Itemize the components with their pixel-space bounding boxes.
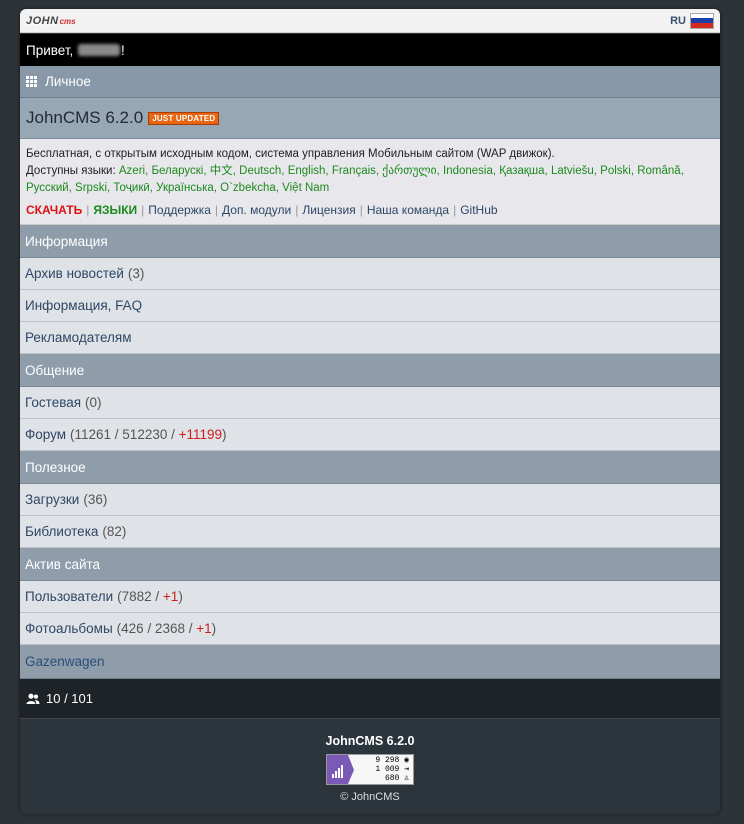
albums-count-text: (426 / 2368 / bbox=[116, 621, 193, 636]
counter-views: 9 298 bbox=[375, 756, 400, 765]
github-link[interactable]: GitHub bbox=[460, 203, 497, 217]
languages-line: Доступны языки: Azeri, Беларускі, 中文, De… bbox=[26, 163, 714, 197]
language-switcher[interactable]: RU bbox=[670, 12, 714, 29]
guestbook-count: (0) bbox=[85, 395, 102, 410]
product-title: JohnCMS 6.2.0 bbox=[26, 108, 144, 127]
description-text: Бесплатная, с открытым исходным кодом, с… bbox=[26, 148, 555, 160]
faq-label: Информация, FAQ bbox=[25, 298, 143, 313]
library-count: (82) bbox=[102, 524, 127, 539]
page-container: JOHN cms RU Привет, ! Личное JohnCMS 6.2… bbox=[20, 9, 720, 814]
site-logo[interactable]: JOHN cms bbox=[26, 15, 76, 27]
online-users[interactable]: 10 / 101 bbox=[20, 679, 720, 719]
greeting-suffix: ! bbox=[121, 42, 125, 58]
section-active-header: Актив сайта bbox=[20, 548, 720, 581]
personal-menu[interactable]: Личное bbox=[20, 66, 720, 98]
product-header: JohnCMS 6.2.0 JUST UPDATED bbox=[20, 98, 720, 139]
ads-label: Рекламодателям bbox=[25, 330, 132, 345]
section-useful-header: Полезное bbox=[20, 451, 720, 484]
users-count: (7882 / +1) bbox=[117, 589, 183, 604]
users-link[interactable]: Пользователи (7882 / +1) bbox=[20, 581, 720, 613]
news-count: (3) bbox=[127, 266, 145, 281]
support-link[interactable]: Поддержка bbox=[148, 203, 211, 217]
advertisers-link[interactable]: Рекламодателям bbox=[20, 322, 720, 354]
news-archive-link[interactable]: Архив новостей (3) bbox=[20, 258, 720, 290]
language-code: RU bbox=[670, 14, 686, 27]
counter-chart-icon bbox=[327, 755, 354, 784]
counter-visitors: 680 bbox=[384, 774, 400, 783]
downloads-link[interactable]: Загрузки (36) bbox=[20, 484, 720, 516]
counter-visits: 1 009 bbox=[375, 765, 400, 774]
albums-link[interactable]: Фотоальбомы (426 / 2368 / +1) bbox=[20, 613, 720, 645]
update-badge: JUST UPDATED bbox=[148, 111, 220, 125]
albums-label: Фотоальбомы bbox=[25, 621, 113, 636]
downloads-count: (36) bbox=[83, 492, 108, 507]
library-link[interactable]: Библиотека (82) bbox=[20, 516, 720, 548]
product-links: СКАЧАТЬ | ЯЗЫКИ | Поддержка | Доп. модули | Лице… bbox=[20, 201, 720, 225]
users-new-count[interactable]: +1 bbox=[163, 589, 178, 604]
footer: JohnCMS 6.2.0 9 298 ◉ 1 009 ⇥ 680 ♙ © Jo… bbox=[20, 719, 720, 803]
section-info-header: Информация bbox=[20, 225, 720, 258]
footer-version: JohnCMS 6.2.0 bbox=[325, 734, 415, 748]
users-count-text: (7882 / bbox=[117, 589, 160, 604]
flag-stripe bbox=[691, 22, 713, 28]
eye-icon: ◉ bbox=[404, 756, 409, 765]
users-count-close: ) bbox=[178, 589, 183, 604]
russia-flag-icon bbox=[690, 12, 714, 29]
grid-icon bbox=[26, 76, 37, 87]
license-link[interactable]: Лицензия bbox=[302, 203, 355, 217]
online-count: 10 / 101 bbox=[46, 691, 93, 706]
copyright: © JohnCMS bbox=[340, 791, 400, 803]
library-label: Библиотека bbox=[25, 524, 99, 539]
forum-count-close: ) bbox=[222, 427, 227, 442]
faq-link[interactable]: Информация, FAQ bbox=[20, 290, 720, 322]
gazenwagen-link[interactable]: Gazenwagen bbox=[20, 645, 720, 679]
users-icon bbox=[26, 693, 40, 704]
albums-count-close: ) bbox=[211, 621, 217, 636]
languages-link[interactable]: ЯЗЫКИ bbox=[93, 203, 137, 217]
username-blurred bbox=[78, 44, 121, 56]
product-description: Бесплатная, с открытым исходным кодом, с… bbox=[20, 139, 720, 201]
forum-label: Форум bbox=[25, 427, 67, 442]
guestbook-link[interactable]: Гостевая (0) bbox=[20, 387, 720, 419]
person-icon: ♙ bbox=[404, 774, 409, 783]
news-label: Архив новостей bbox=[25, 266, 124, 281]
greeting-text: Привет, bbox=[26, 42, 74, 58]
visit-counter[interactable]: 9 298 ◉ 1 009 ⇥ 680 ♙ bbox=[326, 754, 414, 785]
team-link[interactable]: Наша команда bbox=[367, 203, 449, 217]
forum-link[interactable]: Форум (11261 / 512230 / +11199) bbox=[20, 419, 720, 451]
forum-count: (11261 / 512230 / +11199) bbox=[70, 427, 227, 442]
counter-numbers: 9 298 ◉ 1 009 ⇥ 680 ♙ bbox=[348, 755, 413, 784]
languages-label: Доступны языки: bbox=[26, 165, 116, 177]
section-talk-header: Общение bbox=[20, 354, 720, 387]
languages-list: Azeri, Беларускі, 中文, Deutsch, English, … bbox=[26, 165, 684, 194]
albums-count: (426 / 2368 / +1) bbox=[117, 621, 216, 636]
logo-sub: cms bbox=[59, 16, 76, 26]
download-link[interactable]: СКАЧАТЬ bbox=[26, 203, 82, 217]
downloads-label: Загрузки bbox=[25, 492, 80, 507]
logo-main: JOHN bbox=[26, 14, 59, 27]
personal-label: Личное bbox=[45, 74, 91, 89]
albums-new-count[interactable]: +1 bbox=[196, 621, 211, 636]
modules-link[interactable]: Доп. модули bbox=[222, 203, 291, 217]
login-icon: ⇥ bbox=[404, 765, 409, 774]
forum-new-count[interactable]: +11199 bbox=[179, 427, 222, 442]
guestbook-label: Гостевая bbox=[25, 395, 82, 410]
users-label: Пользователи bbox=[25, 589, 114, 604]
top-bar: JOHN cms RU bbox=[20, 9, 720, 33]
forum-count-text: (11261 / 512230 / bbox=[70, 427, 175, 442]
greeting-bar: Привет, ! bbox=[20, 33, 720, 66]
